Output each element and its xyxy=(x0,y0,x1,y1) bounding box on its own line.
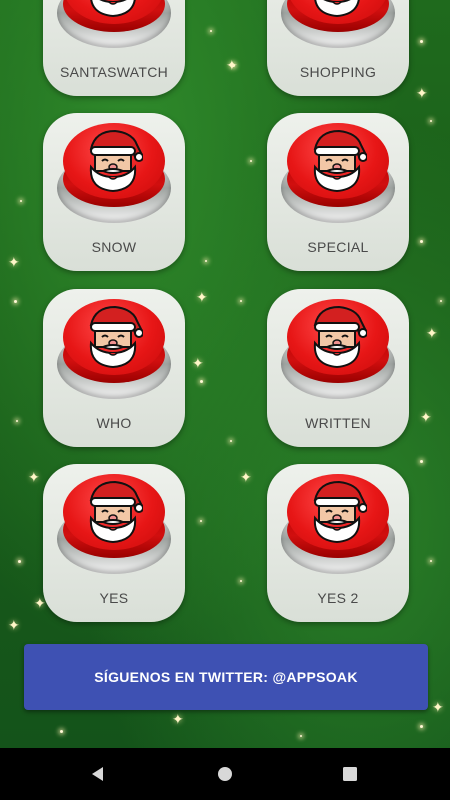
santa-icon xyxy=(90,0,136,18)
follow-twitter-label: SÍGUENOS EN TWITTER: @APPSOAK xyxy=(94,669,358,685)
sound-button[interactable] xyxy=(57,123,171,227)
sound-card-written[interactable]: WRITTEN xyxy=(267,289,409,447)
sound-label: WHO xyxy=(96,415,132,431)
back-triangle-icon[interactable] xyxy=(88,764,108,784)
santa-icon xyxy=(313,480,367,544)
sound-card-special[interactable]: SPECIAL xyxy=(267,113,409,271)
sound-button[interactable] xyxy=(57,474,171,578)
sound-label: YES xyxy=(99,590,129,606)
sound-button[interactable] xyxy=(281,474,395,578)
sound-label: WRITTEN xyxy=(305,415,371,431)
sound-label: YES 2 xyxy=(317,590,359,606)
sound-card-shopping[interactable]: SHOPPING xyxy=(267,0,409,96)
santa-icon xyxy=(89,129,143,193)
santa-icon xyxy=(313,129,367,193)
sound-button[interactable] xyxy=(281,299,395,403)
sound-button[interactable] xyxy=(57,0,171,52)
sound-label: SANTASWATCH xyxy=(59,64,169,80)
sound-label: SHOPPING xyxy=(299,64,377,80)
sound-card-yes[interactable]: YES xyxy=(43,464,185,622)
android-navigation-bar xyxy=(0,748,450,800)
santa-icon xyxy=(89,305,143,369)
sound-button[interactable] xyxy=(281,123,395,227)
recents-square-icon[interactable] xyxy=(340,764,360,784)
sound-card-who[interactable]: WHO xyxy=(43,289,185,447)
sound-label: SPECIAL xyxy=(307,239,369,255)
santa-icon xyxy=(313,305,367,369)
sound-card-yes-2[interactable]: YES 2 xyxy=(267,464,409,622)
sound-label: SNOW xyxy=(91,239,137,255)
home-circle-icon[interactable] xyxy=(215,764,235,784)
sound-button-grid: SANTASWATCH SHOPPING SNOW SPECIAL WHO WR… xyxy=(0,0,450,748)
santa-icon xyxy=(89,480,143,544)
sound-button[interactable] xyxy=(281,0,395,52)
sound-button[interactable] xyxy=(57,299,171,403)
santa-icon xyxy=(314,0,360,18)
follow-twitter-button[interactable]: SÍGUENOS EN TWITTER: @APPSOAK xyxy=(24,644,428,710)
sound-card-snow[interactable]: SNOW xyxy=(43,113,185,271)
sound-card-santaswatch[interactable]: SANTASWATCH xyxy=(43,0,185,96)
